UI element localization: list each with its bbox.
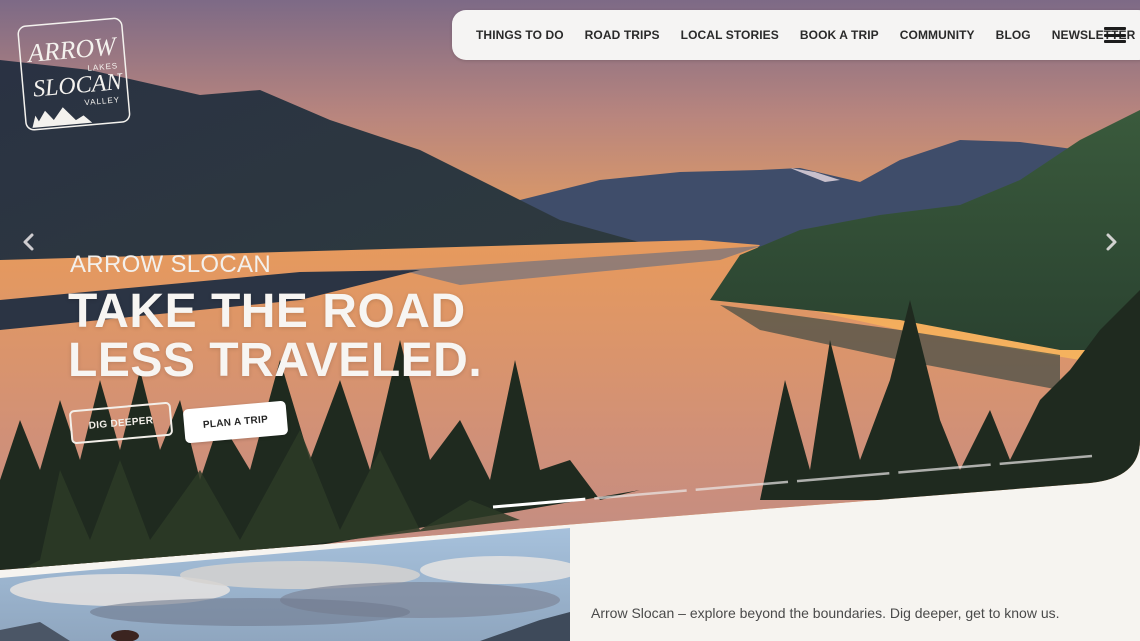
nav-item-community[interactable]: COMMUNITY <box>900 28 975 42</box>
nav-item-road-trips[interactable]: ROAD TRIPS <box>585 28 660 42</box>
logo-valley-text: VALLEY <box>84 95 120 107</box>
nav-item-book-a-trip[interactable]: BOOK A TRIP <box>800 28 879 42</box>
site-logo[interactable]: ARROW LAKES SLOCAN VALLEY <box>15 15 134 134</box>
hero-title-line-2: LESS TRAVELED. <box>68 334 483 387</box>
hamburger-line <box>1104 40 1126 43</box>
chevron-right-icon[interactable] <box>1101 231 1121 253</box>
intro-text: Arrow Slocan – explore beyond the bounda… <box>591 605 1060 621</box>
main-navigation: THINGS TO DO ROAD TRIPS LOCAL STORIES BO… <box>452 10 1140 60</box>
nav-item-blog[interactable]: BLOG <box>996 28 1031 42</box>
hero-eyebrow: ARROW SLOCAN <box>70 251 271 278</box>
hamburger-line <box>1104 33 1126 37</box>
nav-item-local-stories[interactable]: LOCAL STORIES <box>681 28 779 42</box>
hamburger-menu-icon[interactable] <box>1104 27 1126 43</box>
mountain-logo-icon <box>32 107 93 128</box>
chevron-left-icon[interactable] <box>19 231 39 253</box>
nav-item-things-to-do[interactable]: THINGS TO DO <box>476 28 564 42</box>
hero-section: ARROW LAKES SLOCAN VALLEY THINGS TO DO R… <box>0 0 1140 641</box>
hero-title: TAKE THE ROAD LESS TRAVELED. <box>68 287 568 385</box>
hamburger-line <box>1104 27 1126 30</box>
hero-title-line-1: TAKE THE ROAD <box>68 285 466 338</box>
